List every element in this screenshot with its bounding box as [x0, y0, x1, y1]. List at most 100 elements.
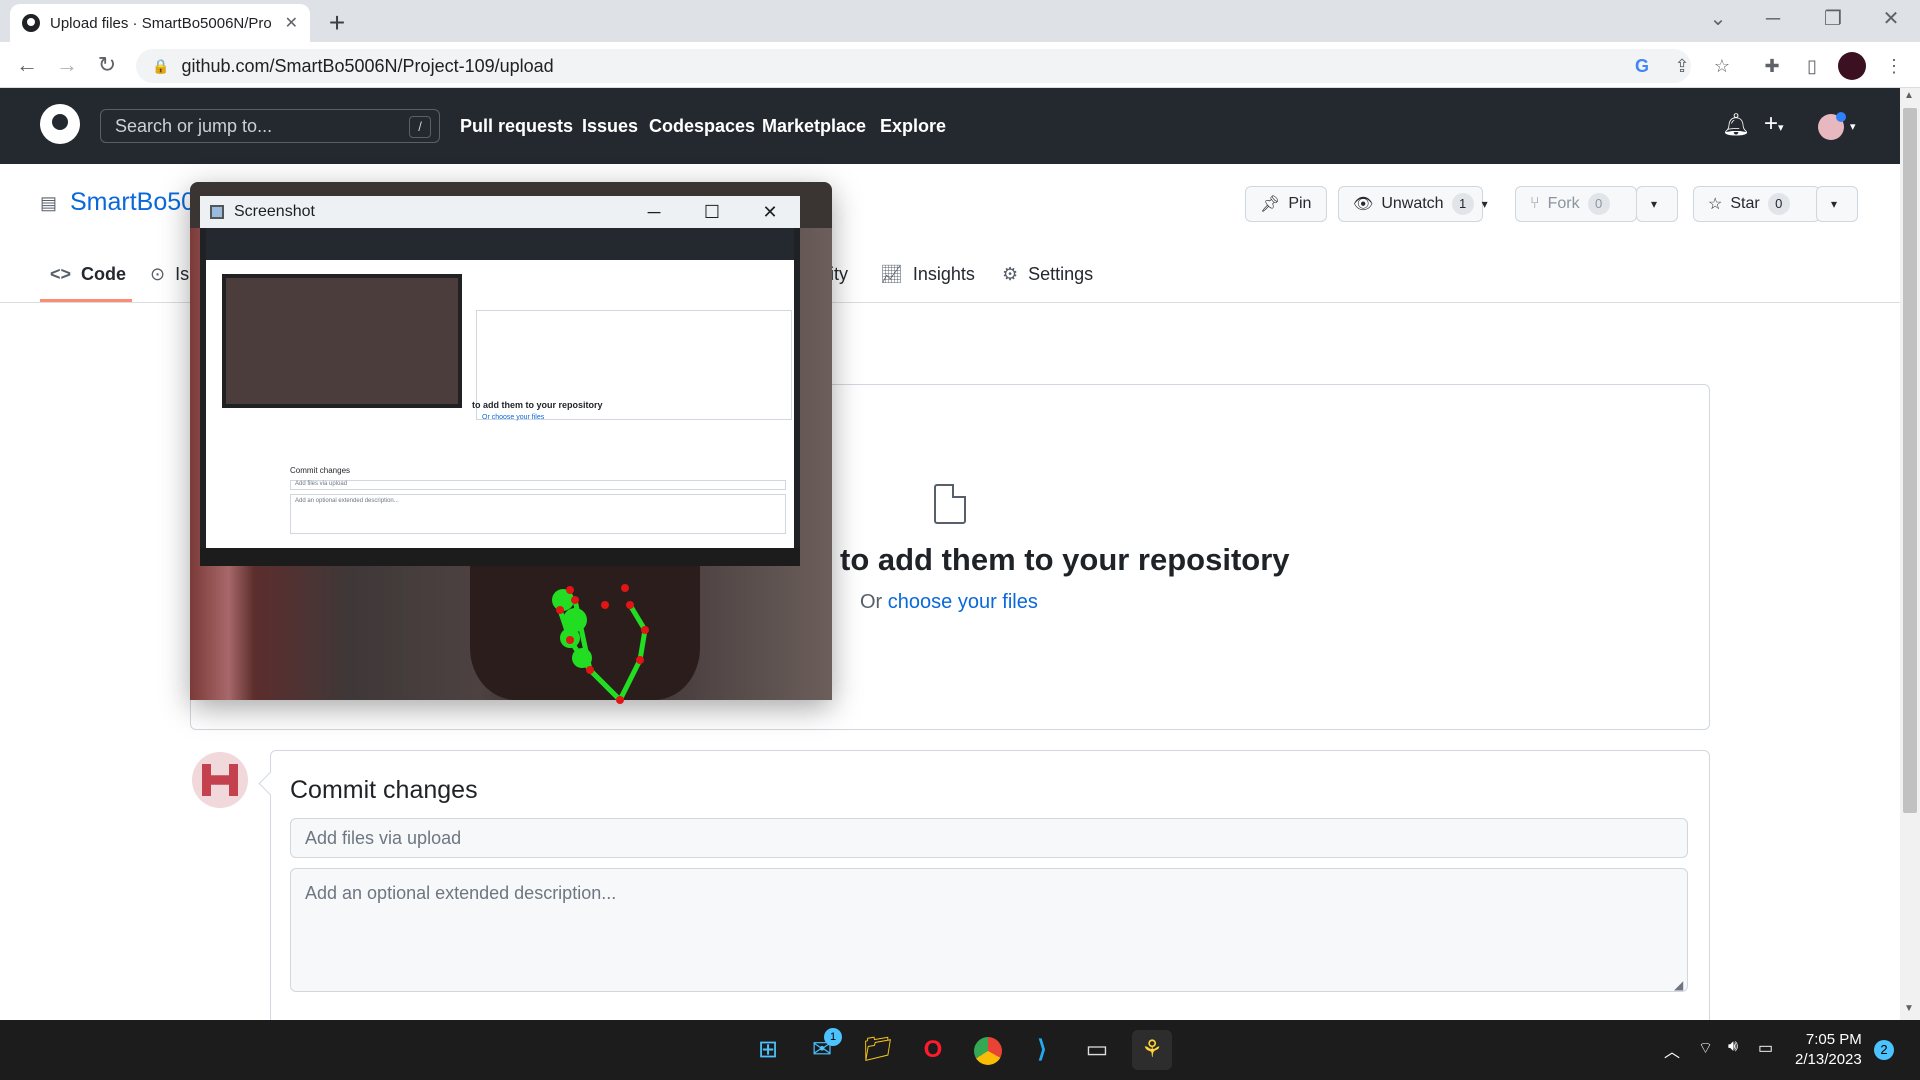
- browser-tab-title: Upload files · SmartBo5006N/Pro: [50, 14, 272, 32]
- pin-button[interactable]: 📌︎ Pin: [1245, 186, 1327, 222]
- clock-date: 2/13/2023: [1795, 1051, 1862, 1068]
- taskbar-clock[interactable]: 7:05 PM 2/13/2023: [1795, 1030, 1862, 1070]
- search-placeholder: Search or jump to...: [115, 115, 273, 136]
- wifi-icon[interactable]: ⌔: [1698, 1038, 1713, 1058]
- captured-drag-text: to add them to your repository: [472, 400, 603, 410]
- screenshot-minimize-button[interactable]: ─: [634, 196, 674, 228]
- share-icon[interactable]: ⇪: [1668, 52, 1696, 80]
- choose-your-files-link[interactable]: choose your files: [888, 591, 1038, 613]
- back-icon[interactable]: ←: [12, 50, 42, 80]
- star-button[interactable]: ☆ Star 0: [1693, 186, 1820, 222]
- tab-security-label: ity: [830, 264, 848, 284]
- code-icon: <>: [50, 264, 72, 284]
- fork-dropdown-button[interactable]: ▾: [1636, 186, 1678, 222]
- screenshot-maximize-button[interactable]: ☐: [692, 196, 732, 228]
- chevron-down-icon: ▾: [1651, 197, 1658, 211]
- github-logo-icon[interactable]: [40, 104, 80, 144]
- chrome-menu-icon[interactable]: ⋮: [1880, 52, 1908, 80]
- python-app-icon[interactable]: ⚘: [1132, 1030, 1172, 1070]
- commit-message-input[interactable]: Add files via upload: [290, 818, 1688, 858]
- screenshot-close-button[interactable]: ✕: [750, 196, 790, 228]
- issue-opened-icon: ⊙: [150, 264, 166, 284]
- tab-code-label: Code: [81, 264, 127, 284]
- captured-github-header: [206, 228, 794, 260]
- browser-tab[interactable]: Upload files · SmartBo5006N/Pro ✕: [10, 4, 310, 42]
- reload-icon[interactable]: ↻: [92, 50, 122, 80]
- screenshot-app-icon: [210, 205, 224, 219]
- tab-settings[interactable]: ⚙ Settings: [1002, 264, 1093, 285]
- captured-taskbar: [200, 548, 800, 566]
- scroll-up-icon[interactable]: ▲: [1904, 90, 1914, 101]
- nav-issues[interactable]: Issues: [582, 116, 638, 137]
- terminal-icon[interactable]: ▭: [1077, 1030, 1117, 1070]
- vscode-icon[interactable]: ⟩: [1022, 1030, 1062, 1070]
- notifications-bell-icon[interactable]: 🔔︎: [1722, 112, 1750, 138]
- create-new-plus-icon[interactable]: +▾: [1764, 110, 1784, 138]
- watcher-count: 1: [1451, 193, 1474, 215]
- scroll-down-icon[interactable]: ▼: [1904, 1003, 1914, 1014]
- show-hidden-icons-chevron-icon[interactable]: ︿: [1664, 1038, 1680, 1062]
- opera-browser-icon[interactable]: O: [913, 1030, 953, 1070]
- url-text: github.com/SmartBo5006N/Project-109/uplo…: [181, 55, 554, 76]
- active-tab-underline: [40, 299, 132, 302]
- captured-commit-msg: Add files via upload: [290, 480, 786, 490]
- address-bar[interactable]: 🔒 github.com/SmartBo5006N/Project-109/up…: [136, 49, 1691, 83]
- tab-security[interactable]: ity: [830, 264, 848, 285]
- close-tab-icon[interactable]: ✕: [285, 13, 298, 33]
- google-icon[interactable]: G: [1628, 52, 1656, 80]
- notification-count-badge[interactable]: 2: [1874, 1040, 1894, 1060]
- fork-count: 0: [1587, 193, 1610, 215]
- volume-icon[interactable]: 🔊︎: [1728, 1038, 1738, 1056]
- file-explorer-icon[interactable]: 📁︎: [858, 1030, 898, 1070]
- tab-insights[interactable]: 📈︎ Insights: [880, 264, 975, 285]
- unwatch-button[interactable]: 👁︎ Unwatch 1 ▾: [1338, 186, 1488, 222]
- forward-icon[interactable]: →: [52, 50, 82, 80]
- extensions-icon[interactable]: ✚: [1758, 52, 1786, 80]
- search-input[interactable]: Search or jump to... /: [100, 109, 440, 143]
- repo-icon: ▤: [40, 193, 58, 213]
- star-dropdown-button[interactable]: ▾: [1816, 186, 1858, 222]
- scrollbar-thumb[interactable]: [1903, 108, 1917, 813]
- mail-badge: 1: [824, 1028, 842, 1046]
- captured-nested-window: [222, 274, 462, 408]
- hand-landmarks-overlay: [552, 584, 649, 704]
- tab-code[interactable]: <> Code: [50, 264, 126, 285]
- tab-search-icon[interactable]: ⌄: [1695, 4, 1741, 34]
- nav-marketplace[interactable]: Marketplace: [762, 116, 866, 137]
- captured-choose-text: Or choose your files: [482, 414, 545, 421]
- gear-icon: ⚙: [1002, 264, 1019, 284]
- tab-issues-label: Is: [175, 264, 190, 284]
- resize-handle-icon[interactable]: ◢: [1674, 978, 1683, 992]
- search-shortcut-key: /: [409, 116, 431, 138]
- start-windows-icon[interactable]: ⊞: [748, 1030, 788, 1070]
- repo-owner-link[interactable]: SmartBo50: [70, 188, 195, 217]
- chrome-browser-icon[interactable]: [968, 1030, 1008, 1070]
- clock-time: 7:05 PM: [1805, 1031, 1862, 1048]
- profile-avatar[interactable]: [1838, 52, 1866, 80]
- nav-explore[interactable]: Explore: [880, 116, 946, 137]
- commit-description-textarea[interactable]: Add an optional extended description...: [290, 868, 1688, 992]
- eye-icon: 👁︎: [1353, 196, 1374, 213]
- new-tab-button[interactable]: +: [320, 6, 354, 40]
- file-icon: [934, 484, 966, 524]
- tab-settings-label: Settings: [1028, 264, 1094, 284]
- tab-issues[interactable]: ⊙ Is: [150, 264, 189, 285]
- github-favicon-icon: [22, 14, 40, 32]
- nav-codespaces[interactable]: Codespaces: [649, 116, 755, 137]
- captured-commit-desc: Add an optional extended description...: [290, 494, 786, 534]
- nav-pull-requests[interactable]: Pull requests: [460, 116, 573, 137]
- battery-icon[interactable]: ▭: [1758, 1038, 1773, 1058]
- drag-files-heading: to add them to your repository: [840, 542, 1290, 577]
- fork-button[interactable]: ⑂ Fork 0: [1515, 186, 1637, 222]
- star-icon: ☆: [1708, 196, 1723, 213]
- pin-label: Pin: [1288, 195, 1312, 212]
- user-menu-caret-icon[interactable]: ▾: [1850, 120, 1856, 133]
- chevron-down-icon: ▾: [1481, 197, 1488, 211]
- bookmark-star-icon[interactable]: ☆: [1708, 52, 1736, 80]
- pin-icon: 📌︎: [1260, 196, 1281, 213]
- side-panel-icon[interactable]: ▯: [1798, 52, 1826, 80]
- close-window-button[interactable]: ✕: [1868, 4, 1914, 34]
- minimize-window-button[interactable]: ─: [1750, 4, 1796, 34]
- restore-window-button[interactable]: ❐: [1810, 4, 1856, 34]
- or-label: Or: [860, 591, 883, 613]
